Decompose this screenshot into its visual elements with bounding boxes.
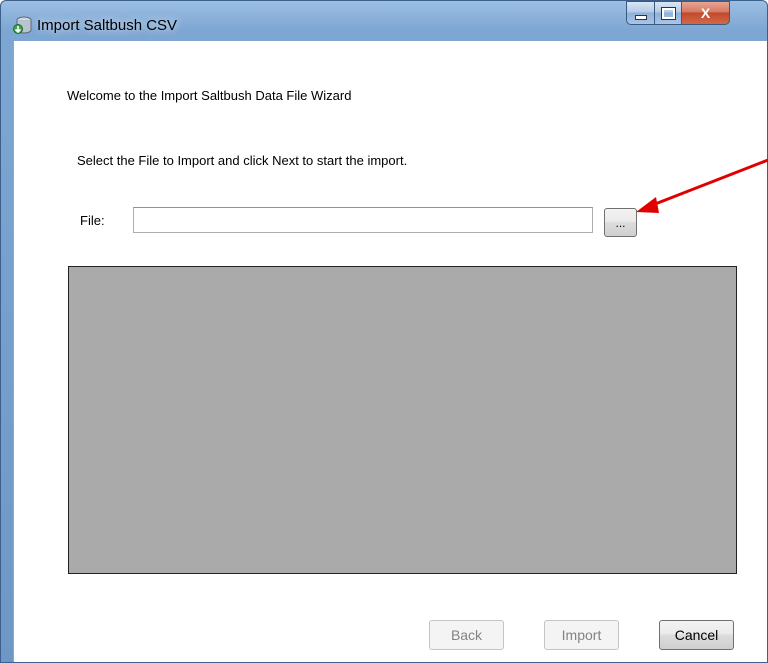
caption-buttons: X xyxy=(626,1,730,25)
wizard-content: Welcome to the Import Saltbush Data File… xyxy=(13,41,767,662)
import-button[interactable]: Import xyxy=(544,620,619,650)
file-label: File: xyxy=(80,213,105,228)
title-bar[interactable]: Import Saltbush CSV X xyxy=(1,1,767,41)
import-dialog-window: Import Saltbush CSV X Welcome to the Imp… xyxy=(0,0,768,663)
close-icon: X xyxy=(700,5,711,21)
minimize-icon xyxy=(634,14,647,20)
browse-button[interactable]: ... xyxy=(604,208,637,237)
maximize-icon xyxy=(660,6,676,20)
file-path-input[interactable] xyxy=(133,207,593,233)
window-title: Import Saltbush CSV xyxy=(37,17,178,34)
instruction-text: Select the File to Import and click Next… xyxy=(77,153,408,168)
maximize-button[interactable] xyxy=(654,1,682,25)
welcome-heading: Welcome to the Import Saltbush Data File… xyxy=(67,88,352,103)
close-button[interactable]: X xyxy=(682,1,730,25)
cancel-button[interactable]: Cancel xyxy=(659,620,734,650)
import-database-icon xyxy=(13,16,32,34)
minimize-button[interactable] xyxy=(626,1,654,25)
data-preview-panel xyxy=(68,266,737,574)
back-button[interactable]: Back xyxy=(429,620,504,650)
